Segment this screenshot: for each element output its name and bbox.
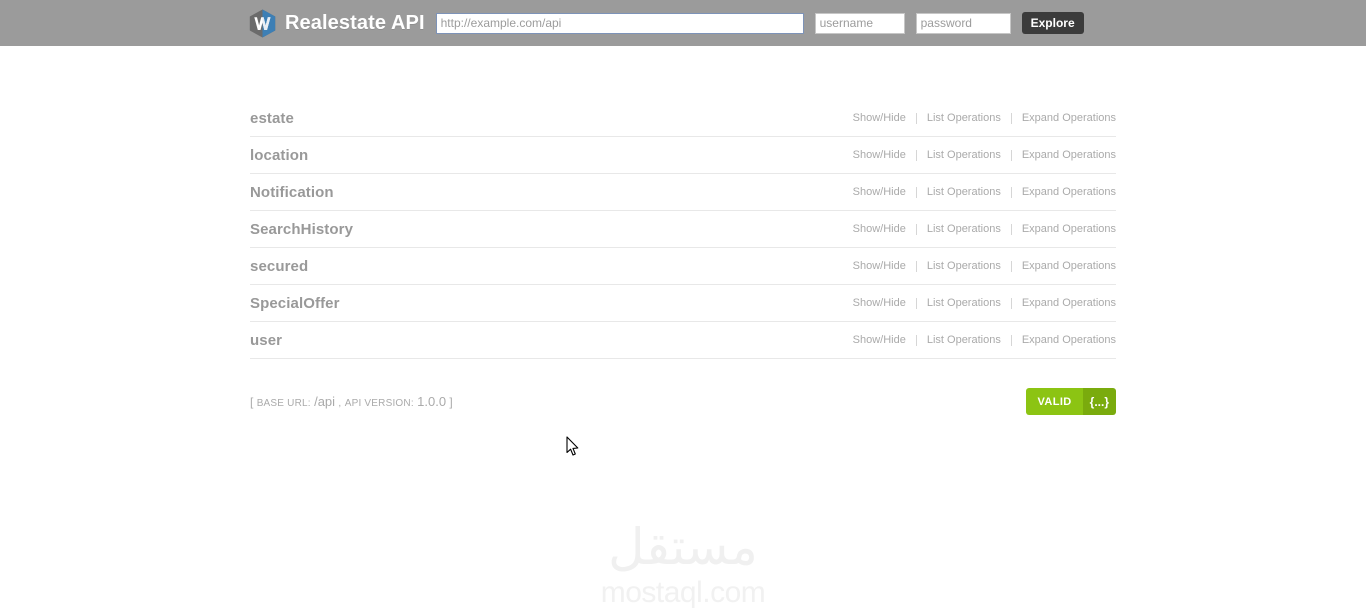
show-hide-link[interactable]: Show/Hide bbox=[843, 223, 916, 235]
top-header-bar: Realestate API Explore bbox=[0, 0, 1366, 46]
base-url-value: /api bbox=[314, 394, 336, 409]
resource-operations: Show/Hide List Operations Expand Operation… bbox=[843, 297, 1116, 309]
resource-name-specialoffer[interactable]: SpecialOffer bbox=[250, 296, 340, 311]
expand-operations-link[interactable]: Expand Operations bbox=[1012, 297, 1116, 309]
resource-operations: Show/Hide List Operations Expand Operation… bbox=[843, 260, 1116, 272]
api-version-label: API VERSION: bbox=[344, 398, 414, 409]
resource-row[interactable]: estate Show/Hide List Operations Expand Ope… bbox=[250, 100, 1116, 137]
api-url-input[interactable] bbox=[435, 12, 804, 34]
list-operations-link[interactable]: List Operations bbox=[917, 297, 1011, 309]
watermark-arabic-text: مستقل bbox=[608, 518, 758, 576]
swagger-ui-main: estate Show/Hide List Operations Expand Ope… bbox=[250, 46, 1116, 415]
resource-name-location[interactable]: location bbox=[250, 148, 308, 163]
resource-operations: Show/Hide List Operations Expand Operation… bbox=[843, 186, 1116, 198]
list-operations-link[interactable]: List Operations bbox=[917, 260, 1011, 272]
expand-operations-link[interactable]: Expand Operations bbox=[1012, 112, 1116, 124]
resource-operations: Show/Hide List Operations Expand Operation… bbox=[843, 223, 1116, 235]
show-hide-link[interactable]: Show/Hide bbox=[843, 149, 916, 161]
expand-operations-link[interactable]: Expand Operations bbox=[1012, 223, 1116, 235]
bracket-open: [ bbox=[250, 395, 254, 409]
mostaql-watermark: مستقل mostaql.com bbox=[0, 522, 1366, 608]
show-hide-link[interactable]: Show/Hide bbox=[843, 297, 916, 309]
resource-operations: Show/Hide List Operations Expand Operation… bbox=[843, 334, 1116, 346]
resource-operations: Show/Hide List Operations Expand Operation… bbox=[843, 149, 1116, 161]
show-hide-link[interactable]: Show/Hide bbox=[843, 260, 916, 272]
list-operations-link[interactable]: List Operations bbox=[917, 149, 1011, 161]
resource-name-searchhistory[interactable]: SearchHistory bbox=[250, 222, 353, 237]
list-operations-link[interactable]: List Operations bbox=[917, 334, 1011, 346]
resource-name-user[interactable]: user bbox=[250, 333, 282, 348]
expand-operations-link[interactable]: Expand Operations bbox=[1012, 334, 1116, 346]
info-comma: , bbox=[338, 398, 342, 409]
expand-operations-link[interactable]: Expand Operations bbox=[1012, 186, 1116, 198]
resource-list: estate Show/Hide List Operations Expand Ope… bbox=[250, 100, 1116, 359]
validator-status-text: VALID bbox=[1026, 388, 1083, 415]
username-input[interactable] bbox=[814, 12, 905, 34]
show-hide-link[interactable]: Show/Hide bbox=[843, 186, 916, 198]
password-input[interactable] bbox=[915, 12, 1011, 34]
base-url-and-version: [ BASE URL: /api , API VERSION: 1.0.0 ] bbox=[250, 388, 1116, 417]
page-title: Realestate API bbox=[285, 12, 425, 34]
resource-row[interactable]: secured Show/Hide List Operations Expand Op… bbox=[250, 248, 1116, 285]
resource-row[interactable]: user Show/Hide List Operations Expand Opera… bbox=[250, 322, 1116, 359]
resource-row[interactable]: SearchHistory Show/Hide List Operations Exp… bbox=[250, 211, 1116, 248]
resource-operations: Show/Hide List Operations Expand Operation… bbox=[843, 112, 1116, 124]
explore-button[interactable]: Explore bbox=[1021, 12, 1084, 34]
header-content: Realestate API Explore bbox=[249, 0, 1084, 46]
list-operations-link[interactable]: List Operations bbox=[917, 223, 1011, 235]
json-braces-icon[interactable]: {...} bbox=[1082, 388, 1116, 415]
api-version-value: 1.0.0 bbox=[417, 394, 447, 409]
resource-row[interactable]: SpecialOffer Show/Hide List Operations Expa… bbox=[250, 285, 1116, 322]
expand-operations-link[interactable]: Expand Operations bbox=[1012, 149, 1116, 161]
base-url-label: BASE URL: bbox=[256, 398, 311, 409]
arrow-cursor-icon bbox=[566, 436, 580, 457]
expand-operations-link[interactable]: Expand Operations bbox=[1012, 260, 1116, 272]
list-operations-link[interactable]: List Operations bbox=[917, 112, 1011, 124]
spec-validator-badge[interactable]: VALID {...} bbox=[1026, 388, 1116, 415]
list-operations-link[interactable]: List Operations bbox=[917, 186, 1011, 198]
bracket-close: ] bbox=[449, 395, 453, 409]
resource-name-secured[interactable]: secured bbox=[250, 259, 308, 274]
resource-row[interactable]: location Show/Hide List Operations Expand O… bbox=[250, 137, 1116, 174]
watermark-latin-text: mostaql.com bbox=[600, 576, 766, 609]
resource-name-notification[interactable]: Notification bbox=[250, 185, 334, 200]
resource-row[interactable]: Notification Show/Hide List Operations Expa… bbox=[250, 174, 1116, 211]
show-hide-link[interactable]: Show/Hide bbox=[843, 112, 916, 124]
hexagon-w-logo-icon bbox=[249, 9, 276, 38]
resource-name-estate[interactable]: estate bbox=[250, 111, 294, 126]
show-hide-link[interactable]: Show/Hide bbox=[843, 334, 916, 346]
api-info-bar: [ BASE URL: /api , API VERSION: 1.0.0 ] … bbox=[250, 388, 1116, 415]
